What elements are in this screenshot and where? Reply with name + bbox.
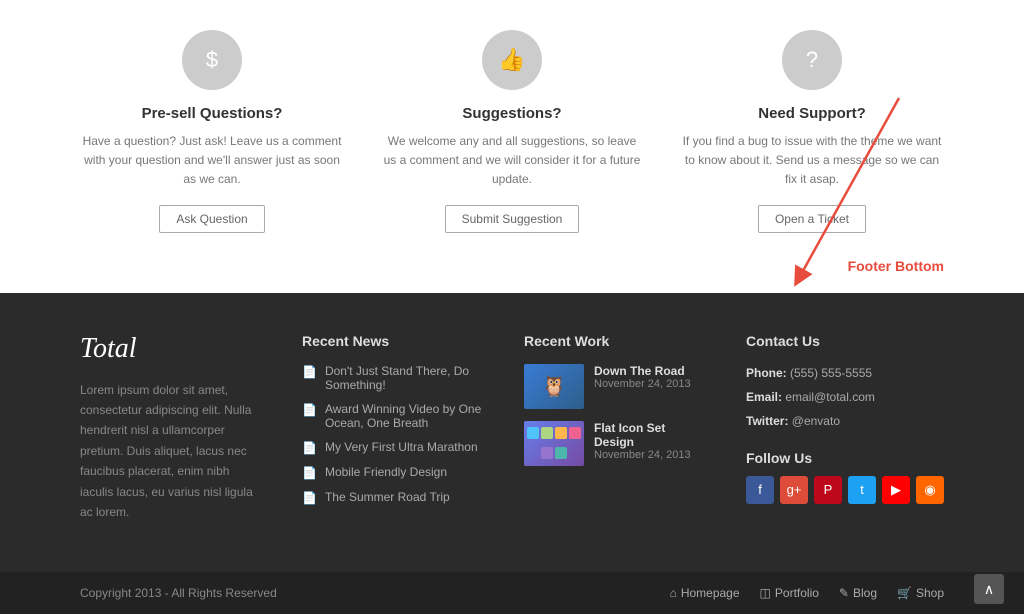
work-item-1[interactable]: 🦉 Down The Road November 24, 2013 [524, 364, 706, 409]
presell-desc: Have a question? Just ask! Leave us a co… [82, 132, 342, 190]
open-ticket-button[interactable]: Open a Ticket [758, 205, 866, 233]
annotation-area: Footer Bottom [0, 253, 1024, 293]
nav-portfolio[interactable]: ◫ Portfolio [760, 586, 819, 600]
doc-icon-1: 📄 [302, 365, 317, 379]
contact-title: Contact Us [746, 333, 944, 349]
news-item-1[interactable]: 📄 Don't Just Stand There, Do Something! [302, 364, 484, 392]
footer-dark: Total Lorem ipsum dolor sit amet, consec… [0, 293, 1024, 573]
pinterest-button[interactable]: P [814, 476, 842, 504]
footer-about-text: Lorem ipsum dolor sit amet, consectetur … [80, 380, 262, 523]
news-item-5[interactable]: 📄 The Summer Road Trip [302, 490, 484, 505]
support-desc: If you find a bug to issue with the them… [682, 132, 942, 190]
email-value: email@total.com [785, 390, 875, 404]
phone-label: Phone: [746, 366, 790, 380]
twitter-button[interactable]: t [848, 476, 876, 504]
presell-icon: $ [182, 30, 242, 90]
doc-icon-3: 📄 [302, 441, 317, 455]
nav-blog[interactable]: ✎ Blog [839, 586, 877, 600]
work-info-2: Flat Icon Set Design November 24, 2013 [594, 421, 706, 461]
recent-work-title: Recent Work [524, 333, 706, 349]
news-item-1-text: Don't Just Stand There, Do Something! [325, 364, 484, 392]
rss-button[interactable]: ◉ [916, 476, 944, 504]
home-icon: ⌂ [670, 586, 677, 600]
work-date-1: November 24, 2013 [594, 378, 691, 390]
work-item-2[interactable]: Flat Icon Set Design November 24, 2013 [524, 421, 706, 466]
work-date-2: November 24, 2013 [594, 449, 706, 461]
scroll-to-top-button[interactable]: ∧ [974, 574, 1004, 604]
news-item-4[interactable]: 📄 Mobile Friendly Design [302, 465, 484, 480]
presell-feature: $ Pre-sell Questions? Have a question? J… [62, 30, 362, 233]
nav-homepage[interactable]: ⌂ Homepage [670, 586, 740, 600]
presell-title: Pre-sell Questions? [82, 105, 342, 122]
work-thumb-1: 🦉 [524, 364, 584, 409]
copyright-text: Copyright 2013 - All Rights Reserved [80, 586, 277, 600]
footer-bottom-nav: ⌂ Homepage ◫ Portfolio ✎ Blog 🛒 Shop [670, 586, 944, 600]
footer-contact-col: Contact Us Phone: (555) 555-5555 Email: … [746, 333, 944, 523]
doc-icon-2: 📄 [302, 403, 317, 417]
news-item-5-text: The Summer Road Trip [325, 490, 450, 504]
doc-icon-4: 📄 [302, 466, 317, 480]
features-section: $ Pre-sell Questions? Have a question? J… [0, 0, 1024, 253]
homepage-label: Homepage [681, 586, 740, 600]
suggestions-icon: 👍 [482, 30, 542, 90]
portfolio-label: Portfolio [775, 586, 819, 600]
news-item-3[interactable]: 📄 My Very First Ultra Marathon [302, 440, 484, 455]
contact-phone: Phone: (555) 555-5555 [746, 364, 944, 382]
youtube-button[interactable]: ▶ [882, 476, 910, 504]
nav-shop[interactable]: 🛒 Shop [897, 586, 944, 600]
email-label: Email: [746, 390, 785, 404]
news-item-2-text: Award Winning Video by One Ocean, One Br… [325, 402, 484, 430]
suggestions-feature: 👍 Suggestions? We welcome any and all su… [362, 30, 662, 233]
footer-columns: Total Lorem ipsum dolor sit amet, consec… [80, 333, 944, 523]
footer-logo: Total [80, 333, 262, 365]
submit-suggestion-button[interactable]: Submit Suggestion [445, 205, 580, 233]
work-title-2: Flat Icon Set Design [594, 421, 706, 449]
support-feature: ? Need Support? If you find a bug to iss… [662, 30, 962, 233]
news-item-3-text: My Very First Ultra Marathon [325, 440, 478, 454]
shop-label: Shop [916, 586, 944, 600]
portfolio-icon: ◫ [760, 586, 771, 600]
footer-news-col: Recent News 📄 Don't Just Stand There, Do… [302, 333, 484, 523]
support-title: Need Support? [682, 105, 942, 122]
footer-work-col: Recent Work 🦉 Down The Road November 24,… [524, 333, 706, 523]
twitter-value: @envato [792, 414, 840, 428]
news-item-2[interactable]: 📄 Award Winning Video by One Ocean, One … [302, 402, 484, 430]
work-thumb-2 [524, 421, 584, 466]
work-info-1: Down The Road November 24, 2013 [594, 364, 691, 390]
contact-email: Email: email@total.com [746, 388, 944, 406]
twitter-label: Twitter: [746, 414, 792, 428]
doc-icon-5: 📄 [302, 491, 317, 505]
suggestions-desc: We welcome any and all suggestions, so l… [382, 132, 642, 190]
footer-about-col: Total Lorem ipsum dolor sit amet, consec… [80, 333, 262, 523]
suggestions-title: Suggestions? [382, 105, 642, 122]
social-icons: f g+ P t ▶ ◉ [746, 476, 944, 504]
news-item-4-text: Mobile Friendly Design [325, 465, 447, 479]
support-icon: ? [782, 30, 842, 90]
ask-question-button[interactable]: Ask Question [159, 205, 264, 233]
contact-twitter: Twitter: @envato [746, 412, 944, 430]
work-title-1: Down The Road [594, 364, 691, 378]
recent-news-title: Recent News [302, 333, 484, 349]
shop-icon: 🛒 [897, 586, 912, 600]
google-plus-button[interactable]: g+ [780, 476, 808, 504]
facebook-button[interactable]: f [746, 476, 774, 504]
follow-us-title: Follow Us [746, 450, 944, 466]
footer-bottom-label: Footer Bottom [848, 258, 944, 274]
blog-icon: ✎ [839, 586, 849, 600]
footer-bottom-bar: Copyright 2013 - All Rights Reserved ⌂ H… [0, 572, 1024, 614]
phone-value: (555) 555-5555 [790, 366, 872, 380]
blog-label: Blog [853, 586, 877, 600]
